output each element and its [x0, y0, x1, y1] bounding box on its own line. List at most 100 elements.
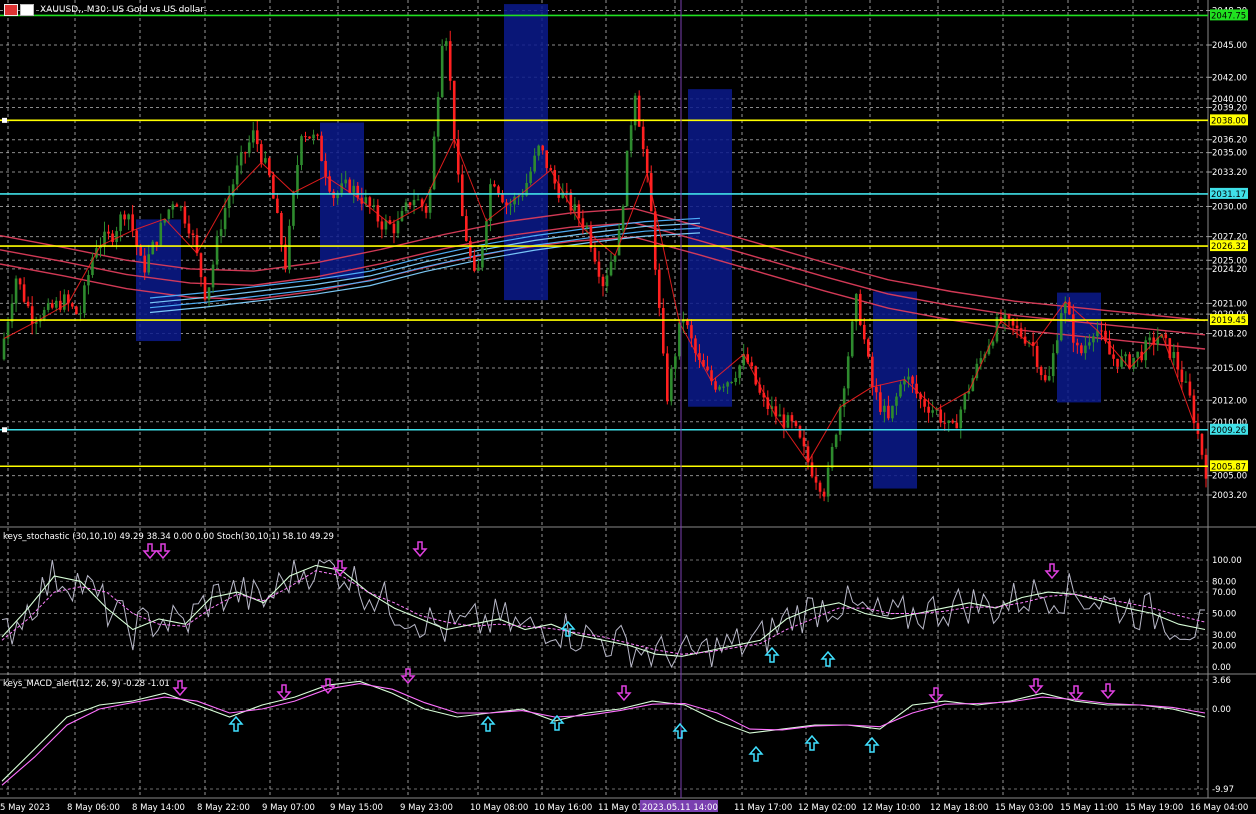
candle-body	[706, 366, 709, 371]
candle-body	[203, 277, 207, 300]
candle-body	[867, 339, 870, 357]
candle-body	[718, 386, 721, 390]
candle-body	[300, 136, 303, 166]
candle-body	[481, 246, 484, 268]
candle-body	[883, 405, 886, 412]
candle-body	[1196, 423, 1200, 434]
candle-body	[191, 233, 195, 236]
price-axis-label: 2025.00	[1212, 256, 1247, 266]
candle-body	[183, 206, 187, 224]
candle-body	[1192, 395, 1196, 424]
candle-body	[1043, 375, 1047, 381]
chart-title-bar: XAUUSD,, M30: US Gold vs US dollar	[4, 3, 204, 17]
candle-body	[452, 80, 456, 140]
level-anchor-handle	[2, 117, 7, 123]
candle-body	[959, 409, 963, 429]
candle-body	[838, 406, 842, 435]
time-axis-label: 9 May 23:00	[400, 803, 453, 813]
candle-body	[907, 376, 910, 380]
price-axis-label: 2030.00	[1212, 202, 1247, 212]
candle-body	[63, 294, 66, 310]
candle-body	[320, 135, 323, 162]
candle-body	[927, 406, 930, 413]
time-axis-label: 10 May 08:00	[470, 803, 528, 813]
stochastic-axis-label: 30.00	[1212, 631, 1236, 641]
candle-body	[778, 414, 782, 417]
candle-body	[396, 221, 400, 234]
time-axis-label: 5 May 2023	[0, 803, 50, 813]
candle-body	[621, 206, 625, 231]
candle-body	[14, 278, 18, 304]
candle-body	[943, 422, 946, 424]
candle-body	[268, 158, 271, 176]
candle-body	[332, 191, 335, 199]
candle-body	[497, 186, 500, 194]
time-axis-label: 11 May 17:00	[734, 803, 792, 813]
candle-body	[814, 476, 818, 483]
candle-body	[637, 95, 641, 127]
candle-body	[219, 229, 223, 237]
candle-body	[1088, 342, 1091, 346]
candle-body	[750, 362, 754, 367]
candle-body	[171, 204, 175, 210]
candle-body	[477, 267, 480, 271]
candle-body	[822, 491, 826, 497]
candle-body	[456, 139, 460, 175]
time-axis-label: 12 May 02:00	[798, 803, 856, 813]
candle-body	[1100, 330, 1103, 332]
candle-body	[131, 214, 134, 231]
candle-body	[931, 410, 934, 413]
time-axis-label: 15 May 03:00	[995, 803, 1053, 813]
chart-mode-icon[interactable]	[20, 4, 34, 16]
candle-body	[1180, 369, 1184, 382]
candle-body	[469, 240, 472, 256]
price-chart-canvas[interactable]: 2003.202005.002010.002012.002015.002018.…	[0, 0, 1256, 814]
candle-body	[159, 222, 163, 246]
price-level-label: 2019.45	[1211, 316, 1246, 326]
stochastic-axis-label: 50.00	[1212, 610, 1236, 620]
candle-body	[251, 130, 255, 143]
candle-body	[296, 165, 299, 193]
candle-body	[288, 225, 291, 270]
candle-body	[127, 214, 130, 220]
time-axis-label: 8 May 22:00	[197, 803, 250, 813]
candle-body	[653, 211, 657, 270]
candle-body	[670, 368, 673, 402]
candle-body	[887, 405, 890, 419]
candle-body	[276, 198, 279, 213]
time-axis-label: 9 May 07:00	[262, 803, 315, 813]
stochastic-axis-label: 70.00	[1212, 588, 1236, 598]
price-axis-label: 2039.20	[1212, 103, 1247, 113]
candle-body	[195, 235, 199, 254]
candle-body	[465, 216, 468, 241]
price-level-label: 2009.26	[1211, 426, 1246, 436]
candle-body	[782, 414, 786, 428]
candle-body	[404, 202, 408, 211]
candle-body	[175, 204, 179, 207]
candle-body	[54, 300, 58, 308]
candle-body	[412, 199, 416, 206]
candle-body	[408, 202, 412, 206]
candle-body	[850, 321, 854, 357]
candle-body	[541, 145, 544, 151]
candle-body	[537, 145, 540, 156]
candle-body	[424, 206, 428, 213]
time-axis-cursor-label: 2023.05.11 14:00	[642, 803, 718, 813]
candle-body	[416, 199, 420, 201]
candle-body	[71, 303, 74, 307]
candle-body	[545, 150, 549, 169]
candle-body	[657, 269, 661, 308]
candle-body	[565, 191, 569, 193]
price-axis-label: 2033.20	[1212, 168, 1247, 178]
candle-body	[1047, 376, 1051, 381]
candle-body	[645, 149, 649, 174]
candle-body	[1059, 313, 1063, 341]
stochastic-axis-label: 80.00	[1212, 577, 1236, 587]
chart-type-icon[interactable]	[4, 4, 18, 16]
macd-axis-label: -9.97	[1212, 785, 1234, 795]
candle-body	[802, 437, 806, 447]
macd-axis-label: 3.66	[1212, 676, 1231, 686]
time-axis-label: 8 May 06:00	[67, 803, 120, 813]
candle-body	[810, 462, 814, 477]
candle-body	[790, 415, 794, 422]
